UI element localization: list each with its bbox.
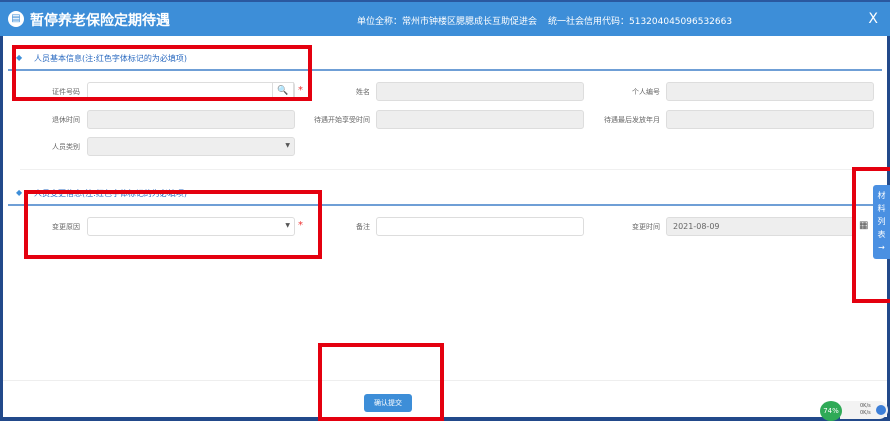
remark-input[interactable] bbox=[376, 217, 584, 236]
close-button[interactable]: X bbox=[868, 11, 878, 27]
footer-divider bbox=[3, 380, 887, 381]
last-payment-field bbox=[666, 110, 874, 129]
personal-number-field bbox=[666, 82, 874, 101]
name-field bbox=[376, 82, 584, 101]
person-category-select: ▼ bbox=[87, 137, 295, 156]
section-separator bbox=[20, 169, 882, 170]
unit-name: 单位全称：常州市钟楼区腮腮成长互助促进会 bbox=[357, 17, 538, 27]
label-benefit-start: 待遇开始享受时间 bbox=[314, 116, 370, 124]
label-person-category: 人员类别 bbox=[52, 143, 80, 151]
highlight-box bbox=[318, 343, 444, 421]
change-time-field[interactable]: 2021-08-09 bbox=[666, 217, 856, 236]
highlight-box bbox=[24, 190, 322, 259]
section-icon: ◆ bbox=[16, 188, 23, 197]
dialog-title: 暂停养老保险定期待遇 bbox=[30, 13, 170, 29]
highlight-box bbox=[852, 167, 890, 303]
accelerate-icon[interactable] bbox=[876, 405, 886, 415]
memory-gauge[interactable]: 74% bbox=[820, 401, 842, 421]
label-change-time: 变更时间 bbox=[632, 223, 660, 231]
dialog-header: ▤ 暂停养老保险定期待遇 单位全称：常州市钟楼区腮腮成长互助促进会 统一社会信用… bbox=[0, 0, 890, 36]
credit-code: 统一社会信用代码：513204045096532663 bbox=[548, 17, 733, 27]
benefit-start-field bbox=[376, 110, 584, 129]
label-personal-number: 个人编号 bbox=[632, 88, 660, 96]
label-last-payment: 待遇最后发放年月 bbox=[604, 116, 660, 124]
highlight-box bbox=[12, 45, 312, 101]
retire-time-field bbox=[87, 110, 295, 129]
label-retire-time: 退休时间 bbox=[52, 116, 80, 124]
app-logo-icon: ▤ bbox=[8, 11, 24, 27]
chevron-down-icon: ▼ bbox=[285, 142, 290, 149]
